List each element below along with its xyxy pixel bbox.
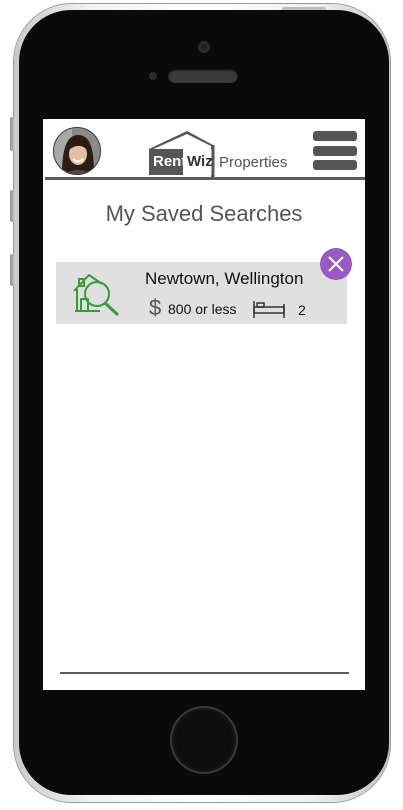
- house-search-icon: [73, 274, 120, 317]
- volume-down-button: [10, 254, 16, 286]
- page-title: My Saved Searches: [105, 201, 303, 226]
- app-header: Rent Wiz Properties: [43, 119, 365, 181]
- bottom-divider: [60, 672, 349, 674]
- logo-properties-text: Properties: [219, 154, 288, 171]
- dollar-icon: $: [149, 295, 162, 320]
- app-screen: Rent Wiz Properties My Saved Searches Ne…: [43, 119, 365, 690]
- menu-bar-top: [313, 131, 357, 141]
- search-location: Newtown, Wellington: [145, 269, 304, 288]
- home-button[interactable]: [172, 708, 236, 772]
- mute-switch: [10, 117, 16, 151]
- search-bedrooms: 2: [298, 302, 306, 318]
- logo-wiz-text: Wiz: [187, 153, 213, 170]
- saved-search-card[interactable]: Newtown, Wellington $ 800 or less 2: [56, 262, 347, 324]
- search-price: 800 or less: [168, 301, 237, 317]
- bed-icon: [253, 301, 285, 318]
- menu-bar-bottom: [313, 160, 357, 170]
- remove-search-button[interactable]: [320, 248, 352, 280]
- proximity-sensor: [149, 72, 157, 80]
- volume-up-button: [10, 190, 16, 222]
- front-camera: [198, 41, 210, 53]
- logo-rent-text: Rent: [153, 153, 187, 170]
- menu-bar-middle: [313, 146, 357, 156]
- user-avatar-icon: [54, 128, 100, 174]
- earpiece-speaker: [168, 69, 238, 83]
- header-divider: [45, 177, 365, 180]
- brand-logo[interactable]: Rent Wiz Properties: [147, 129, 293, 177]
- close-icon: [328, 256, 344, 272]
- avatar[interactable]: [53, 127, 101, 175]
- hamburger-menu-button[interactable]: [313, 131, 359, 171]
